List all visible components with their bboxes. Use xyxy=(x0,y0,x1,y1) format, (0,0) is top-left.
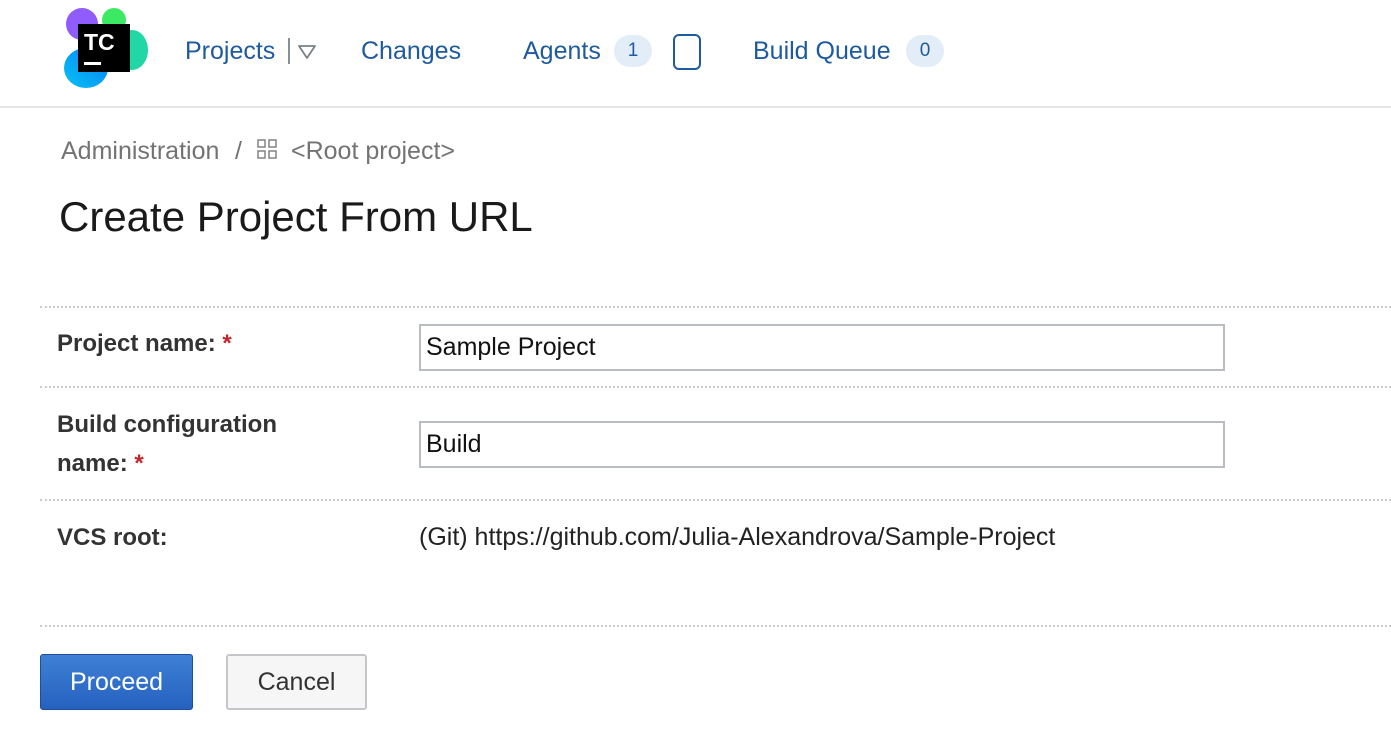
nav-separator xyxy=(288,38,290,64)
agent-device-icon[interactable] xyxy=(673,34,701,70)
top-navigation-bar: TC Projects Changes Agents 1 Build Queue… xyxy=(0,0,1391,108)
nav-build-queue[interactable]: Build Queue xyxy=(753,36,891,66)
form-divider xyxy=(40,625,1391,627)
project-name-label-text: Project name: xyxy=(57,330,216,357)
teamcity-logo-icon[interactable]: TC xyxy=(60,6,150,92)
breadcrumb-root-project[interactable]: <Root project> xyxy=(291,136,455,166)
vcs-root-label: VCS root: xyxy=(57,524,168,551)
nav-projects[interactable]: Projects xyxy=(185,36,275,66)
agents-count-badge[interactable]: 1 xyxy=(614,35,652,67)
cancel-button[interactable]: Cancel xyxy=(226,654,367,710)
required-mark: * xyxy=(222,330,232,357)
form-divider xyxy=(40,386,1391,388)
page-title: Create Project From URL xyxy=(59,193,533,240)
grid-icon xyxy=(257,136,277,159)
project-name-label: Project name: * xyxy=(57,324,232,363)
vcs-root-value: (Git) https://github.com/Julia-Alexandro… xyxy=(419,523,1056,551)
form-divider xyxy=(40,306,1391,308)
logo-text: TC xyxy=(84,29,115,55)
form-divider xyxy=(40,499,1391,501)
build-config-name-label: Build configuration name: * xyxy=(57,405,277,483)
caret-down-icon[interactable] xyxy=(297,43,317,61)
project-name-input[interactable] xyxy=(419,324,1225,371)
build-config-name-input[interactable] xyxy=(419,421,1225,468)
nav-changes[interactable]: Changes xyxy=(361,36,461,66)
proceed-button[interactable]: Proceed xyxy=(40,654,193,710)
breadcrumb-separator: / xyxy=(235,137,242,165)
build-queue-count-badge[interactable]: 0 xyxy=(906,35,944,67)
breadcrumb-administration[interactable]: Administration xyxy=(61,136,219,166)
nav-agents[interactable]: Agents xyxy=(523,36,601,66)
required-mark: * xyxy=(134,450,144,477)
build-config-name-label-line1: Build configuration xyxy=(57,411,277,438)
build-config-name-label-line2: name: xyxy=(57,450,128,477)
